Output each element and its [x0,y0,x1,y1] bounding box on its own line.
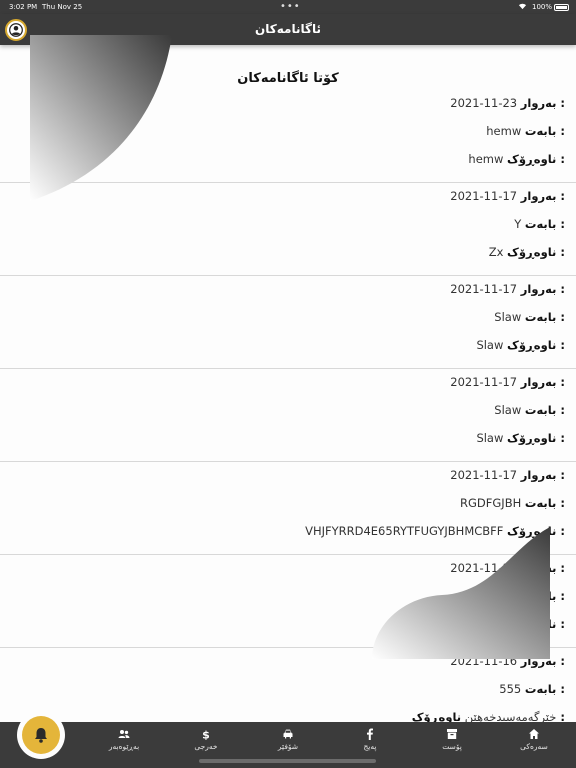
notification-date-value: 2021-11-17 [450,375,518,389]
notification-subject-value: hemw [486,124,522,138]
notification-subject-value: Slaw [494,403,522,417]
car-icon [283,729,293,739]
tab-label: خەرجی [194,742,218,751]
notifications-button[interactable] [17,711,65,759]
notification-date-label: بەروار : [520,468,565,482]
notification-subject: 555 بابەت : [499,682,565,696]
status-time: 3:02 PM [9,3,38,11]
notification-date-value: 2021-11-17 [450,468,518,482]
notification-subject-value: Y [514,217,522,231]
notification-date: 2021-11-23 بەروار : [450,96,565,110]
tab-home[interactable]: سەرەکی [489,722,576,768]
notification-subject-label: بابەت : [524,124,565,138]
notification-content: Zx ناوەڕۆک : [489,245,565,259]
tab-label: سەرەکی [520,742,548,751]
notification-card[interactable]: 2021-11-17 بەروار : Slaw بابەت : Slaw ناوە… [0,369,576,462]
notification-content-value: Zx [488,245,504,259]
notification-date-label: بەروار : [520,375,565,389]
notification-subject-value: RGDFGJBH [460,496,522,510]
notification-subject-label: بابەت : [524,403,565,417]
battery-percent: 100% [531,3,552,11]
notification-content-label: ناوەڕۆک : [507,152,565,166]
notification-subject-label: بابەت : [524,217,565,231]
notification-date: 2021-11-17 بەروار : [450,189,565,203]
notification-content-value: Slaw [476,338,504,352]
dollar-icon: $ [202,729,210,741]
notification-subject-label: بابەت : [524,682,565,696]
battery-icon [554,4,569,11]
notification-subject: RGDFGJBH بابەت : [460,496,565,510]
notification-content-value: hemw [468,152,504,166]
tab-posts[interactable]: پۆست [407,722,497,768]
tab-label: پۆست [442,742,462,751]
notification-content-value: Slaw [476,431,504,445]
facebook-icon [367,728,373,740]
status-date: Thu Nov 25 [42,3,83,11]
notification-content-label: ناوەڕۆک : [507,245,565,259]
notification-date: 2021-11-17 بەروار : [450,282,565,296]
notification-date: 2021-11-17 بەروار : [450,468,565,482]
tab-label: بەڕێوەبەر [108,742,140,751]
tab-label: پەیج [363,742,377,751]
archive-icon [447,729,457,739]
notification-subject: hemw بابەت : [486,124,565,138]
notification-subject: Slaw بابەت : [494,403,565,417]
decorative-gradient-shape [30,35,172,201]
notification-content-label: ناوەڕۆک : [507,338,565,352]
status-bar: 3:02 PM Thu Nov 25 ••• 100% [0,0,576,14]
notification-card[interactable]: 2021-11-17 بەروار : Slaw بابەت : Slaw ناوە… [0,276,576,369]
notification-date: 2021-11-17 بەروار : [450,375,565,389]
tab-label: شۆفێر [277,742,299,751]
notification-content: hemw ناوەڕۆک : [468,152,565,166]
bell-icon [35,728,47,743]
notification-date-value: 2021-11-17 [450,189,518,203]
home-icon [529,729,539,739]
svg-text:$: $ [202,729,210,741]
tab-manager[interactable]: بەڕێوەبەر [79,722,169,768]
notification-date-label: بەروار : [520,96,565,110]
notification-subject-value: Slaw [494,310,522,324]
notification-date-label: بەروار : [520,189,565,203]
notification-card[interactable]: 2021-11-16 بەروار :555 بابەت : خێرگەمەسید… [0,648,576,722]
notification-subject: Slaw بابەت : [494,310,565,324]
notification-subject: Y بابەت : [514,217,565,231]
notification-content: Slaw ناوەڕۆک : [476,431,565,445]
notification-subject-label: بابەت : [524,310,565,324]
decorative-gradient-shape [372,527,550,659]
notification-date-value: 2021-11-17 [450,282,518,296]
home-indicator [199,759,376,763]
notification-subject-label: بابەت : [524,496,565,510]
notification-subject-value: 555 [499,682,522,696]
page-title: ئاگانامەکان [255,22,321,36]
notification-content-label: ناوەڕۆک : [507,431,565,445]
notification-content: Slaw ناوەڕۆک : [476,338,565,352]
notification-content: خێرگەمەسیدخەهێن ناوەڕۆک : [412,710,565,722]
notification-date-value: 2021-11-23 [450,96,518,110]
notifications-button-fill [22,716,60,754]
multitask-dots-icon[interactable]: ••• [280,1,301,12]
wifi-icon [518,2,527,12]
users-icon [118,730,130,738]
notification-date-label: بەروار : [520,282,565,296]
notification-content-value: خێرگەمەسیدخەهێن [464,710,557,722]
